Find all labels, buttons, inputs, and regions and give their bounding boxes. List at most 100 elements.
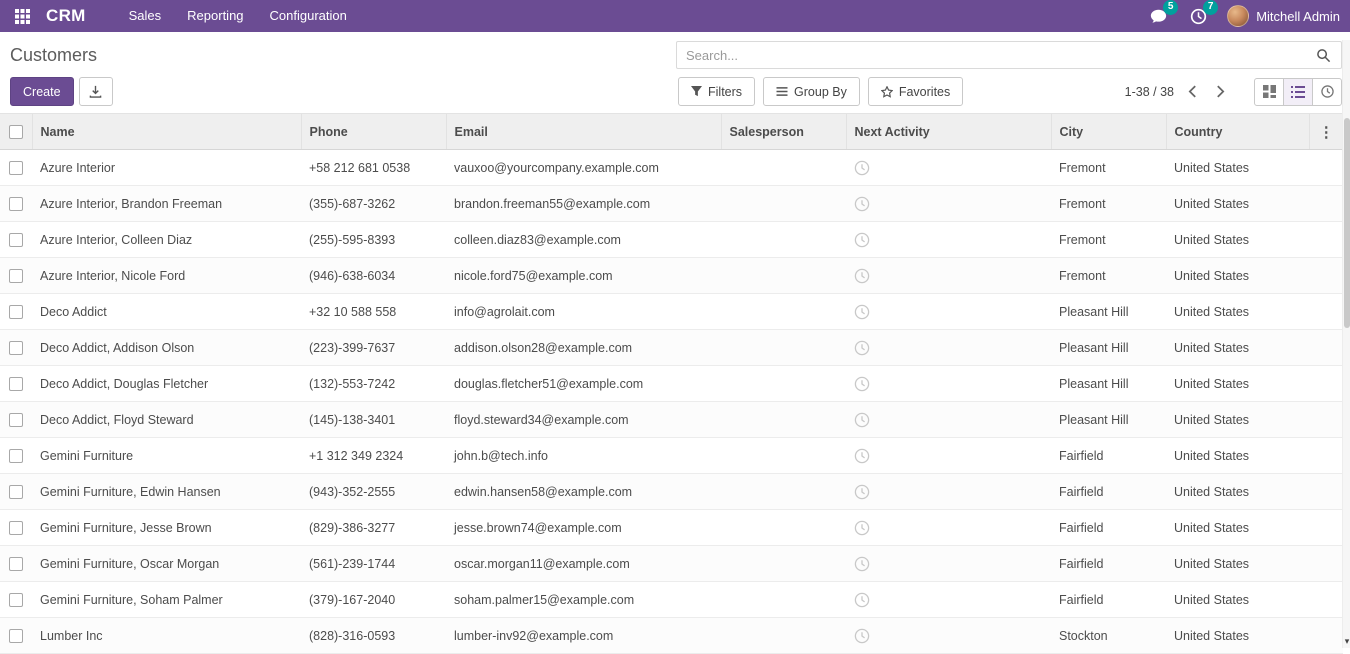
schedule-activity-icon[interactable] bbox=[854, 592, 870, 608]
cell-country: United States bbox=[1166, 186, 1309, 222]
row-checkbox[interactable] bbox=[9, 413, 23, 427]
cell-name: Gemini Furniture, Jesse Brown bbox=[32, 510, 301, 546]
schedule-activity-icon[interactable] bbox=[854, 520, 870, 536]
row-checkbox[interactable] bbox=[9, 161, 23, 175]
menu-reporting[interactable]: Reporting bbox=[174, 0, 256, 32]
row-checkbox[interactable] bbox=[9, 197, 23, 211]
cell-email: floyd.steward34@example.com bbox=[446, 402, 721, 438]
messages-icon[interactable]: 5 bbox=[1147, 5, 1169, 27]
scrollbar-down-icon[interactable]: ▾ bbox=[1343, 636, 1350, 648]
export-icon[interactable] bbox=[79, 77, 113, 106]
column-header-salesperson[interactable]: Salesperson bbox=[721, 114, 846, 150]
kanban-view-icon[interactable] bbox=[1254, 78, 1284, 106]
cell-name: Deco Addict, Addison Olson bbox=[32, 330, 301, 366]
row-checkbox[interactable] bbox=[9, 269, 23, 283]
column-header-name[interactable]: Name bbox=[32, 114, 301, 150]
table-row[interactable]: Deco Addict, Douglas Fletcher (132)-553-… bbox=[0, 366, 1343, 402]
row-checkbox[interactable] bbox=[9, 233, 23, 247]
schedule-activity-icon[interactable] bbox=[854, 412, 870, 428]
table-row[interactable]: Azure Interior, Nicole Ford (946)-638-60… bbox=[0, 258, 1343, 294]
cell-city: Pleasant Hill bbox=[1051, 366, 1166, 402]
table-row[interactable]: Gemini Furniture, Soham Palmer (379)-167… bbox=[0, 582, 1343, 618]
customers-list: Name Phone Email Salesperson Next Activi… bbox=[0, 113, 1350, 654]
table-row[interactable]: Lumber Inc (828)-316-0593 lumber-inv92@e… bbox=[0, 618, 1343, 654]
row-checkbox[interactable] bbox=[9, 341, 23, 355]
column-header-city[interactable]: City bbox=[1051, 114, 1166, 150]
table-row[interactable]: Azure Interior, Brandon Freeman (355)-68… bbox=[0, 186, 1343, 222]
menu-sales[interactable]: Sales bbox=[116, 0, 175, 32]
schedule-activity-icon[interactable] bbox=[854, 304, 870, 320]
avatar bbox=[1227, 5, 1249, 27]
table-row[interactable]: Azure Interior +58 212 681 0538 vauxoo@y… bbox=[0, 150, 1343, 186]
table-header-row: Name Phone Email Salesperson Next Activi… bbox=[0, 114, 1343, 150]
cell-name: Gemini Furniture, Oscar Morgan bbox=[32, 546, 301, 582]
table-row[interactable]: Deco Addict +32 10 588 558 info@agrolait… bbox=[0, 294, 1343, 330]
row-checkbox[interactable] bbox=[9, 557, 23, 571]
pager-range: 1-38 / 38 bbox=[1125, 85, 1174, 99]
app-title[interactable]: CRM bbox=[46, 6, 86, 26]
select-all-checkbox[interactable] bbox=[9, 125, 23, 139]
cell-salesperson bbox=[721, 186, 846, 222]
row-checkbox[interactable] bbox=[9, 377, 23, 391]
table-row[interactable]: Deco Addict, Floyd Steward (145)-138-340… bbox=[0, 402, 1343, 438]
user-menu[interactable]: Mitchell Admin bbox=[1227, 5, 1340, 27]
schedule-activity-icon[interactable] bbox=[854, 232, 870, 248]
favorites-button[interactable]: Favorites bbox=[868, 77, 963, 106]
cell-next-activity bbox=[846, 222, 1051, 258]
schedule-activity-icon[interactable] bbox=[854, 268, 870, 284]
cell-city: Fremont bbox=[1051, 150, 1166, 186]
row-checkbox[interactable] bbox=[9, 305, 23, 319]
cell-email: addison.olson28@example.com bbox=[446, 330, 721, 366]
optional-columns-icon[interactable]: ⋮ bbox=[1309, 114, 1343, 150]
column-header-next-activity[interactable]: Next Activity bbox=[846, 114, 1051, 150]
row-checkbox[interactable] bbox=[9, 449, 23, 463]
cell-phone: (946)-638-6034 bbox=[301, 258, 446, 294]
scrollbar-thumb[interactable] bbox=[1344, 118, 1350, 328]
search-input[interactable] bbox=[676, 41, 1342, 69]
cell-next-activity bbox=[846, 150, 1051, 186]
pager-next-icon[interactable] bbox=[1216, 79, 1240, 105]
activity-view-icon[interactable] bbox=[1312, 78, 1342, 106]
cell-country: United States bbox=[1166, 438, 1309, 474]
filters-button[interactable]: Filters bbox=[678, 77, 755, 106]
table-row[interactable]: Deco Addict, Addison Olson (223)-399-763… bbox=[0, 330, 1343, 366]
column-header-country[interactable]: Country bbox=[1166, 114, 1309, 150]
table-row[interactable]: Gemini Furniture, Oscar Morgan (561)-239… bbox=[0, 546, 1343, 582]
table-row[interactable]: Gemini Furniture, Jesse Brown (829)-386-… bbox=[0, 510, 1343, 546]
schedule-activity-icon[interactable] bbox=[854, 196, 870, 212]
column-header-phone[interactable]: Phone bbox=[301, 114, 446, 150]
schedule-activity-icon[interactable] bbox=[854, 160, 870, 176]
activities-icon[interactable]: 7 bbox=[1187, 5, 1209, 27]
menu-configuration[interactable]: Configuration bbox=[257, 0, 360, 32]
list-view-icon[interactable] bbox=[1283, 78, 1313, 106]
cell-phone: +58 212 681 0538 bbox=[301, 150, 446, 186]
cell-country: United States bbox=[1166, 366, 1309, 402]
apps-menu-icon[interactable] bbox=[10, 4, 34, 28]
table-row[interactable]: Azure Interior, Colleen Diaz (255)-595-8… bbox=[0, 222, 1343, 258]
schedule-activity-icon[interactable] bbox=[854, 628, 870, 644]
group-by-button[interactable]: Group By bbox=[763, 77, 860, 106]
row-checkbox[interactable] bbox=[9, 485, 23, 499]
cell-country: United States bbox=[1166, 582, 1309, 618]
schedule-activity-icon[interactable] bbox=[854, 448, 870, 464]
cell-email: douglas.fletcher51@example.com bbox=[446, 366, 721, 402]
search-icon[interactable] bbox=[1316, 44, 1338, 66]
pager-previous-icon[interactable] bbox=[1188, 79, 1212, 105]
row-checkbox[interactable] bbox=[9, 593, 23, 607]
row-checkbox[interactable] bbox=[9, 629, 23, 643]
schedule-activity-icon[interactable] bbox=[854, 556, 870, 572]
cell-phone: (355)-687-3262 bbox=[301, 186, 446, 222]
cell-country: United States bbox=[1166, 618, 1309, 654]
cell-country: United States bbox=[1166, 402, 1309, 438]
table-row[interactable]: Gemini Furniture +1 312 349 2324 john.b@… bbox=[0, 438, 1343, 474]
cell-options-spacer bbox=[1309, 150, 1343, 186]
schedule-activity-icon[interactable] bbox=[854, 340, 870, 356]
cell-options-spacer bbox=[1309, 258, 1343, 294]
cell-salesperson bbox=[721, 222, 846, 258]
column-header-email[interactable]: Email bbox=[446, 114, 721, 150]
create-button[interactable]: Create bbox=[10, 77, 74, 106]
schedule-activity-icon[interactable] bbox=[854, 376, 870, 392]
row-checkbox[interactable] bbox=[9, 521, 23, 535]
schedule-activity-icon[interactable] bbox=[854, 484, 870, 500]
table-row[interactable]: Gemini Furniture, Edwin Hansen (943)-352… bbox=[0, 474, 1343, 510]
